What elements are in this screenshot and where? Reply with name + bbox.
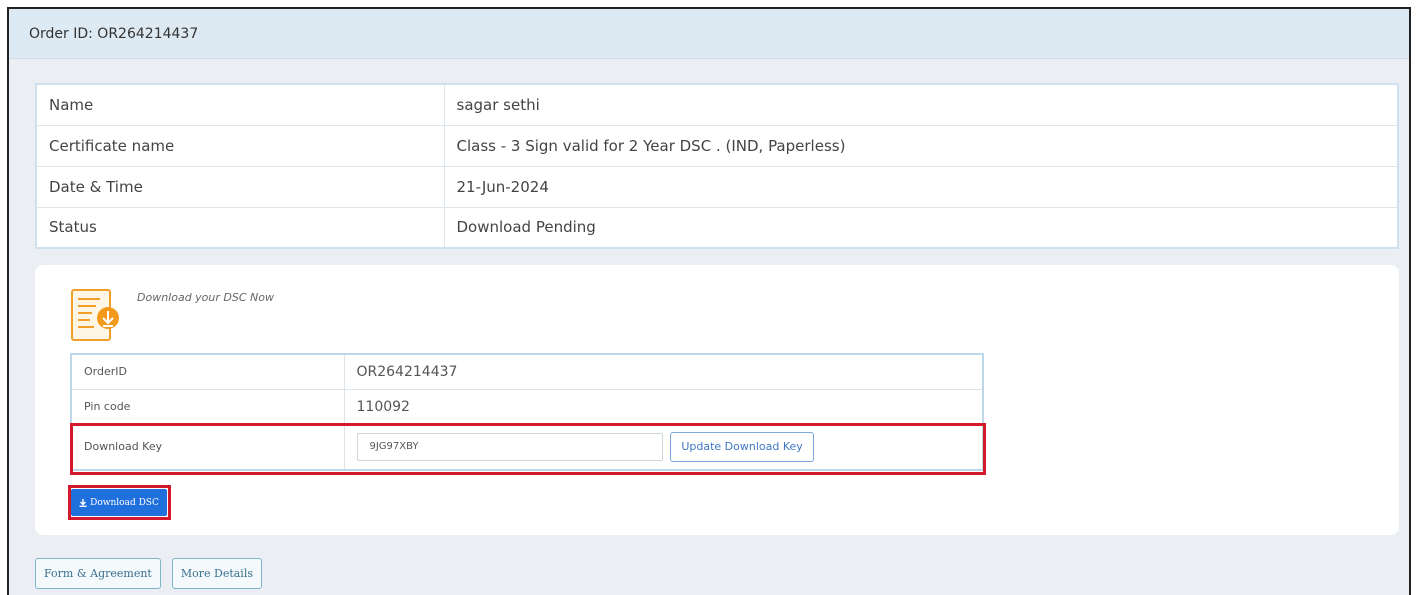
download-dsc-button[interactable]: Download DSC bbox=[71, 489, 167, 516]
order-info-table: Name sagar sethi Certificate name Class … bbox=[35, 83, 1399, 249]
status-label: Status bbox=[35, 206, 445, 249]
table-row: Name sagar sethi bbox=[35, 83, 1399, 126]
certificate-name-label: Certificate name bbox=[35, 124, 445, 167]
document-download-icon bbox=[71, 289, 119, 341]
download-arrow-icon bbox=[79, 498, 87, 507]
download-caption: Download your DSC Now bbox=[137, 291, 274, 304]
order-details-panel: Name sagar sethi Certificate name Class … bbox=[9, 60, 1409, 595]
name-label: Name bbox=[35, 83, 445, 126]
table-row: Certificate name Class - 3 Sign valid fo… bbox=[35, 124, 1399, 167]
order-id-value: OR264214437 bbox=[343, 353, 984, 390]
download-dsc-card: Download your DSC Now OrderID OR26421443… bbox=[35, 265, 1399, 535]
order-id-label: OrderID bbox=[70, 353, 345, 390]
download-dsc-label: Download DSC bbox=[90, 497, 159, 508]
order-header: Order ID: OR264214437 bbox=[9, 9, 1409, 59]
pin-code-value: 110092 bbox=[343, 388, 984, 425]
order-title: Order ID: OR264214437 bbox=[29, 26, 199, 42]
date-time-label: Date & Time bbox=[35, 165, 445, 208]
download-key-cell: Update Download Key bbox=[343, 423, 984, 471]
update-download-key-button[interactable]: Update Download Key bbox=[670, 431, 814, 462]
download-key-input[interactable] bbox=[356, 432, 663, 461]
table-row: Status Download Pending bbox=[35, 206, 1399, 249]
name-value: sagar sethi bbox=[443, 83, 1399, 126]
form-agreement-button[interactable]: Form & Agreement bbox=[35, 558, 161, 589]
more-details-button[interactable]: More Details bbox=[171, 558, 262, 589]
table-row: Download Key Update Download Key bbox=[70, 423, 984, 471]
status-value: Download Pending bbox=[443, 206, 1399, 249]
certificate-name-value: Class - 3 Sign valid for 2 Year DSC . (I… bbox=[443, 124, 1399, 167]
pin-code-label: Pin code bbox=[70, 388, 345, 425]
page-frame: Order ID: OR264214437 Name sagar sethi C… bbox=[7, 7, 1411, 595]
footer-actions: Form & Agreement More Details bbox=[35, 558, 262, 589]
table-row: OrderID OR264214437 bbox=[70, 353, 984, 390]
table-row: Date & Time 21-Jun-2024 bbox=[35, 165, 1399, 208]
table-row: Pin code 110092 bbox=[70, 388, 984, 425]
download-key-table: OrderID OR264214437 Pin code 110092 Down… bbox=[70, 353, 984, 471]
download-key-label: Download Key bbox=[70, 423, 345, 471]
date-time-value: 21-Jun-2024 bbox=[443, 165, 1399, 208]
